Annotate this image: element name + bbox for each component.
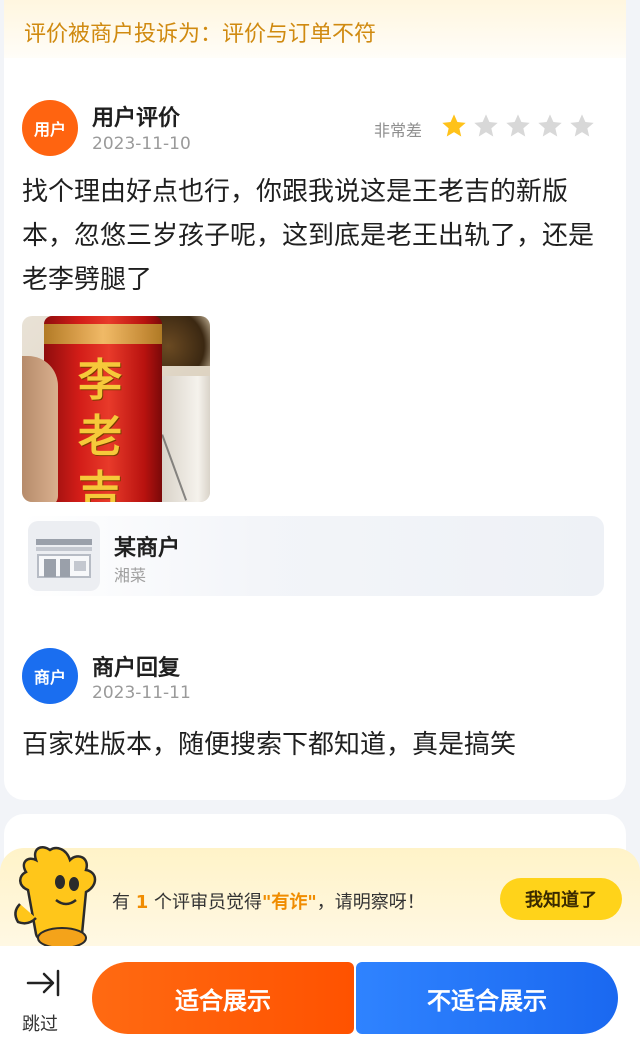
can-char-2: 老 — [78, 411, 122, 462]
notice-suffix: ，请明察呀！ — [316, 892, 425, 913]
photo-hand — [22, 356, 58, 502]
merchant-name: 某商户 — [114, 536, 181, 561]
notice-highlight: "有诈" — [262, 892, 317, 913]
reply-text: 百家姓版本，随便搜索下都知道，真是搞笑 — [22, 730, 517, 760]
can-char-3: 吉 — [78, 467, 122, 502]
review-date: 2023-11-10 — [92, 134, 191, 154]
review-text: 找个理由好点也行，你跟我说这是王老吉的新版本，忽悠三岁孩子呢，这到底是老王出轨了… — [22, 177, 595, 295]
star-icon — [538, 114, 562, 137]
mascot-icon — [6, 842, 110, 952]
star-icon — [442, 114, 466, 137]
review-title: 用户评价 — [92, 106, 181, 131]
photo-can-band — [44, 324, 162, 344]
user-avatar: 用户 — [22, 100, 78, 156]
skip-arrow-icon[interactable] — [26, 968, 62, 998]
notice-prefix: 有 — [112, 892, 130, 913]
rating-label: 非常差 — [374, 121, 423, 140]
got-it-button[interactable]: 我知道了 — [500, 878, 622, 920]
reply-title: 商户回复 — [92, 656, 181, 681]
complaint-text: 评价被商户投诉为：评价与订单不符 — [24, 22, 377, 47]
not-suitable-button[interactable]: 不适合展示 — [356, 962, 618, 1034]
notice-text: 有 1 个评审员觉得"有诈"，请明察呀！ — [112, 888, 425, 914]
star-icon — [474, 114, 498, 137]
star-icon — [506, 114, 530, 137]
complaint-banner: 评价被商户投诉为：评价与订单不符 — [4, 0, 626, 58]
notice-middle: 个评审员觉得 — [154, 892, 262, 913]
photo-can: 李 老 吉 — [44, 316, 162, 502]
star-icon — [570, 114, 594, 137]
can-char-1: 李 — [78, 355, 122, 406]
review-photo[interactable]: 李 老 吉 — [22, 316, 210, 502]
skip-label[interactable]: 跳过 — [22, 1010, 58, 1036]
merchant-category: 湘菜 — [114, 566, 147, 585]
merchant-avatar: 商户 — [22, 648, 78, 704]
suitable-button[interactable]: 适合展示 — [92, 962, 354, 1034]
merchant-card[interactable]: 某商户 湘菜 — [22, 516, 604, 596]
shop-icon — [28, 521, 100, 591]
rating-stars — [440, 112, 596, 140]
reply-date: 2023-11-11 — [92, 683, 191, 703]
notice-count: 1 — [135, 892, 149, 913]
